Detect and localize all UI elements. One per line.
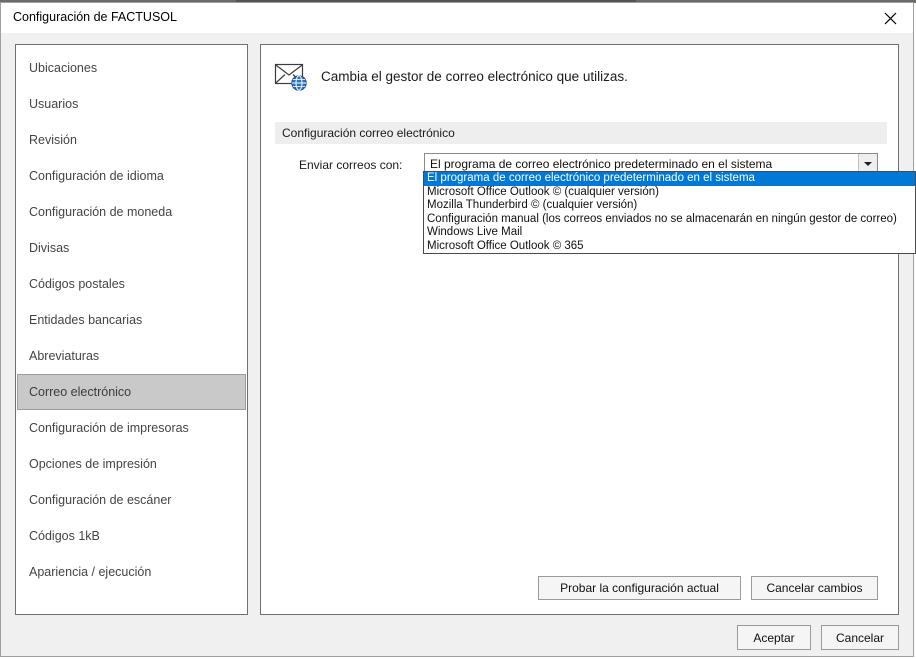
sidebar-item-label: Revisión	[29, 133, 77, 147]
email-globe-icon	[274, 63, 307, 91]
sidebar-item-7[interactable]: Entidades bancarias	[17, 302, 246, 338]
sidebar-item-label: Opciones de impresión	[29, 457, 157, 471]
sidebar-item-2[interactable]: Revisión	[17, 122, 246, 158]
window-title: Configuración de FACTUSOL	[13, 10, 177, 24]
mail-client-selected-value: El programa de correo electrónico predet…	[430, 157, 773, 171]
sidebar-item-label: Códigos 1kB	[29, 529, 100, 543]
chevron-down-icon	[864, 162, 872, 166]
sidebar-item-9[interactable]: Correo electrónico	[17, 374, 246, 410]
sidebar-item-4[interactable]: Configuración de moneda	[17, 194, 246, 230]
sidebar-item-label: Abreviaturas	[29, 349, 100, 363]
sidebar-item-8[interactable]: Abreviaturas	[17, 338, 246, 374]
send-mail-with-label: Enviar correos con:	[299, 158, 403, 172]
sidebar-item-label: Configuración de impresoras	[29, 421, 189, 435]
cancel-changes-button[interactable]: Cancelar cambios	[751, 576, 878, 600]
dropdown-option-0[interactable]: El programa de correo electrónico predet…	[424, 172, 915, 186]
email-settings-panel: Cambia el gestor de correo electrónico q…	[260, 44, 899, 615]
sidebar-item-1[interactable]: Usuarios	[17, 86, 246, 122]
sidebar-item-5[interactable]: Divisas	[17, 230, 246, 266]
panel-action-buttons: Probar la configuración actual Cancelar …	[538, 576, 878, 600]
panel-header: Cambia el gestor de correo electrónico q…	[261, 45, 898, 107]
sidebar-item-label: Códigos postales	[29, 277, 125, 291]
section-title: Configuración correo electrónico	[282, 126, 455, 140]
sidebar-item-14[interactable]: Apariencia / ejecución	[17, 554, 246, 590]
section-header-bar: Configuración correo electrónico	[275, 122, 887, 144]
sidebar-item-12[interactable]: Configuración de escáner	[17, 482, 246, 518]
dialog-footer-buttons: Aceptar Cancelar	[737, 625, 899, 650]
settings-sidebar[interactable]: Ubicaciones Usuarios Revisión Configuración…	[15, 44, 248, 615]
accept-button[interactable]: Aceptar	[737, 625, 811, 650]
title-bar: Configuración de FACTUSOL	[1, 3, 913, 33]
dropdown-option-5[interactable]: Microsoft Office Outlook © 365	[424, 240, 915, 254]
sidebar-item-13[interactable]: Códigos 1kB	[17, 518, 246, 554]
sidebar-item-label: Entidades bancarias	[29, 313, 143, 327]
dropdown-option-4[interactable]: Windows Live Mail	[424, 226, 915, 240]
sidebar-item-0[interactable]: Ubicaciones	[17, 50, 246, 86]
configuration-dialog: Configuración de FACTUSOL Ubicaciones Usu…	[0, 2, 914, 657]
panel-header-text: Cambia el gestor de correo electrónico q…	[321, 69, 628, 84]
sidebar-item-label: Configuración de moneda	[29, 205, 173, 219]
sidebar-item-3[interactable]: Configuración de idioma	[17, 158, 246, 194]
sidebar-item-10[interactable]: Configuración de impresoras	[17, 410, 246, 446]
sidebar-item-label: Apariencia / ejecución	[29, 565, 152, 579]
cancel-button[interactable]: Cancelar	[821, 625, 899, 650]
mail-client-dropdown-list[interactable]: El programa de correo electrónico predet…	[423, 171, 916, 254]
sidebar-item-11[interactable]: Opciones de impresión	[17, 446, 246, 482]
sidebar-item-label: Usuarios	[29, 97, 79, 111]
sidebar-item-label: Configuración de idioma	[29, 169, 164, 183]
close-icon	[884, 12, 896, 24]
sidebar-item-label: Divisas	[29, 241, 70, 255]
dropdown-option-2[interactable]: Mozilla Thunderbird © (cualquier versión…	[424, 199, 915, 213]
dropdown-option-3[interactable]: Configuración manual (los correos enviad…	[424, 213, 915, 227]
sidebar-item-label: Configuración de escáner	[29, 493, 172, 507]
dropdown-option-1[interactable]: Microsoft Office Outlook © (cualquier ve…	[424, 186, 915, 200]
sidebar-item-label: Ubicaciones	[29, 61, 98, 75]
sidebar-item-label: Correo electrónico	[29, 385, 132, 399]
close-button[interactable]	[867, 3, 913, 33]
test-current-configuration-button[interactable]: Probar la configuración actual	[538, 576, 741, 600]
sidebar-item-6[interactable]: Códigos postales	[17, 266, 246, 302]
